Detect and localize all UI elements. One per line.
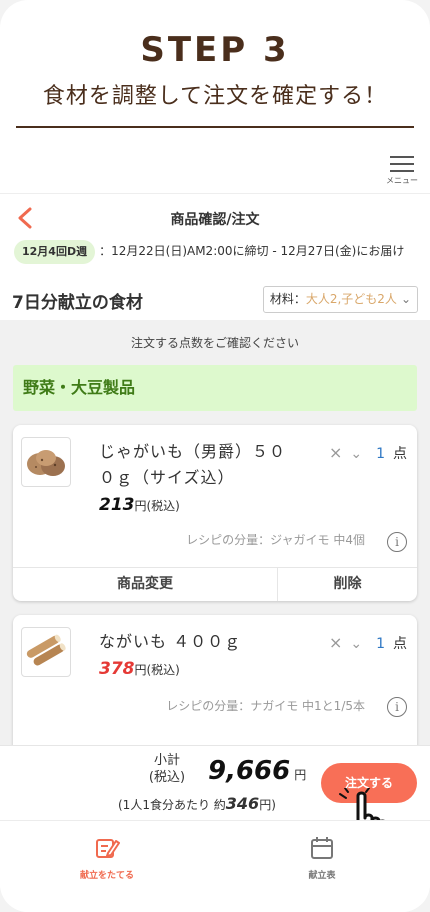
week-badge: 12月4回D週: [14, 240, 96, 264]
edit-icon: [96, 839, 120, 858]
card-actions: 商品変更 削除: [13, 567, 417, 601]
chevron-down-icon: ⌄: [400, 292, 411, 306]
quantity-value[interactable]: 1: [376, 636, 385, 652]
product-name[interactable]: ながいも ４００ｇ: [99, 629, 299, 655]
price-suffix: 円(税込): [134, 499, 180, 513]
delivery-schedule: ：12月22日(日)AM2:00に締切 - 12月27日(金)にお届け: [99, 244, 405, 258]
quantity-control: × ⌄ 1 点: [329, 633, 407, 653]
servings-select[interactable]: 材料：大人2,子ども2人 ⌄: [262, 286, 418, 313]
bottom-tab-bar: 献立をたてる 献立表: [0, 820, 430, 912]
page-title: 商品確認/注文: [170, 212, 260, 228]
tab-label: 献立表: [308, 871, 336, 881]
product-image[interactable]: [21, 627, 71, 677]
delivery-info: 12月4回D週 ：12月22日(日)AM2:00に締切 - 12月27日(金)にお…: [14, 240, 414, 264]
quantity-dropdown-icon[interactable]: ⌄: [350, 636, 362, 652]
divider: [16, 126, 414, 128]
servings-value: 大人2,子ども2人: [305, 292, 397, 306]
product-price: 213円(税込): [99, 495, 180, 515]
change-product-button[interactable]: 商品変更: [13, 568, 278, 601]
delete-button[interactable]: 削除: [278, 568, 417, 601]
per-person-prefix: (1人1食分あたり 約: [118, 798, 226, 812]
product-name[interactable]: じゃがいも（男爵）５００ｇ（サイズ込）: [99, 439, 299, 491]
tab-menu-table[interactable]: 献立表: [267, 835, 377, 881]
info-icon[interactable]: i: [387, 697, 407, 717]
confirm-message: 注文する点数をご確認ください: [130, 336, 299, 350]
quantity-unit: 点: [393, 636, 407, 652]
servings-prefix: 材料：: [269, 292, 306, 306]
hamburger-icon: [390, 156, 414, 172]
subtotal-amount: 9,666: [208, 756, 291, 786]
price-suffix: 円(税込): [134, 663, 180, 677]
menu-button[interactable]: メニュー: [382, 156, 422, 190]
product-card: じゃがいも（男爵）５００ｇ（サイズ込） × ⌄ 1 点 213円(税込) レシピの分量…: [13, 425, 417, 601]
price-amount: 213: [99, 495, 135, 515]
menu-label: メニュー: [386, 176, 418, 185]
recipe-amount: レシピの分量：ナガイモ 中1と1/5本: [166, 699, 365, 713]
remove-icon[interactable]: ×: [329, 443, 342, 462]
app-frame: STEP 3 食材を調整して注文を確定する！ メニュー 商品確認/注文 12月4…: [0, 0, 430, 912]
section-title: 7日分献立の食材: [12, 293, 143, 313]
product-price: 378円(税込): [99, 659, 180, 679]
subtotal-label: 小計 (税込): [148, 753, 186, 785]
product-image[interactable]: [21, 437, 71, 487]
subtotal: 9,666 円: [208, 756, 306, 786]
quantity-control: × ⌄ 1 点: [329, 443, 407, 463]
quantity-value[interactable]: 1: [376, 446, 385, 462]
price-amount: 378: [99, 659, 135, 679]
quantity-unit: 点: [393, 446, 407, 462]
step-subtitle: 食材を調整して注文を確定する！: [42, 84, 388, 109]
calendar-icon: [311, 837, 333, 859]
info-icon[interactable]: i: [387, 532, 407, 552]
remove-icon[interactable]: ×: [329, 633, 342, 652]
per-person-suffix: 円): [259, 798, 276, 812]
tab-menu-planning[interactable]: 献立をたてる: [52, 835, 162, 881]
step-title: STEP 3: [140, 30, 290, 70]
category-banner: 野菜・大豆製品: [13, 365, 417, 411]
potato-icon: [27, 450, 65, 476]
per-person-cost: (1人1食分あたり 約346円): [118, 794, 276, 813]
divider: [0, 193, 430, 194]
yen-label: 円: [294, 768, 307, 782]
quantity-dropdown-icon[interactable]: ⌄: [350, 446, 362, 462]
tab-label: 献立をたてる: [79, 871, 134, 881]
recipe-amount: レシピの分量：ジャガイモ 中4個: [186, 533, 365, 547]
per-person-amount: 346: [225, 794, 260, 813]
nagaimo-icon: [26, 634, 66, 666]
